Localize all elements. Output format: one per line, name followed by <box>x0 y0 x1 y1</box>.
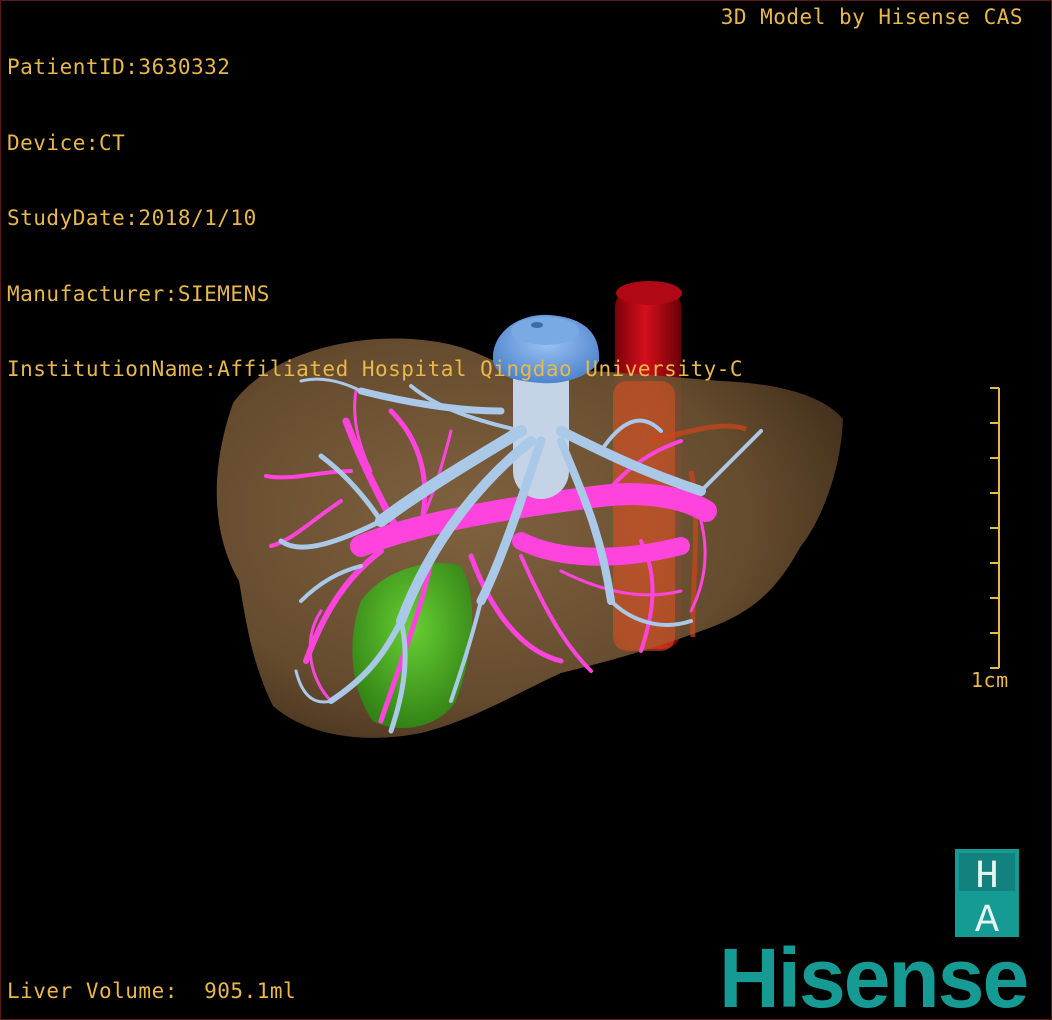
scale-bar <box>990 387 1000 669</box>
device-label: Device:CT <box>7 130 126 155</box>
patient-id-label: PatientID:3630332 <box>7 55 231 79</box>
study-info-overlay: PatientID:3630332 Device:CT StudyDate:20… <box>7 5 743 433</box>
liver-volume-readout: Liver Volume: 905.1ml <box>7 979 297 1003</box>
model-credit-label: 3D Model by Hisense CAS <box>720 5 1023 29</box>
ha-logo-letter-h: H <box>975 855 999 900</box>
institution-label: InstitutionName:Affiliated Hospital Qing… <box>7 357 744 381</box>
3d-viewport[interactable]: PatientID:3630332 Device:CT StudyDate:20… <box>0 0 1052 1020</box>
scale-label: 1cm <box>971 668 1009 692</box>
study-date-label: StudyDate:2018/1/10 <box>7 206 257 230</box>
ha-logo: H A <box>955 849 1019 944</box>
hisense-wordmark: Hisense <box>719 931 1029 1020</box>
manufacturer-label: Manufacturer:SIEMENS <box>7 281 270 306</box>
